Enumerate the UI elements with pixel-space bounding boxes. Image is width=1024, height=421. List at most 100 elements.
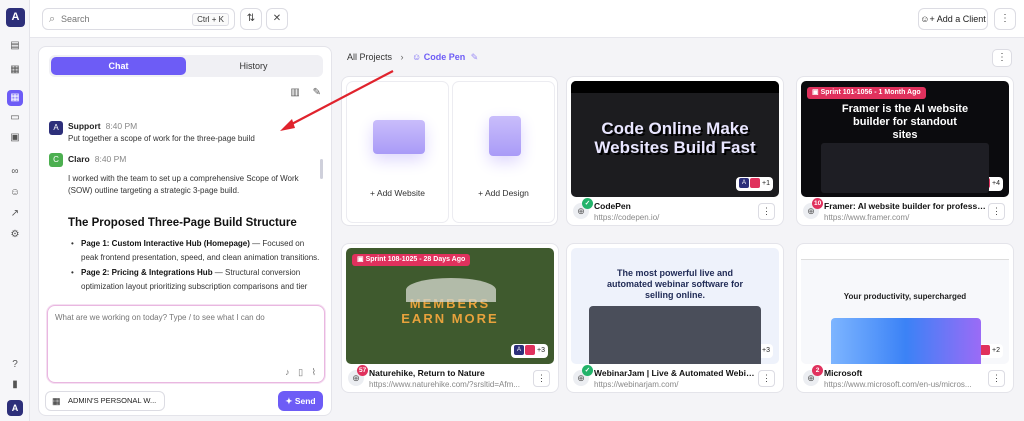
avatar: A [514,345,525,356]
user-icon: ☺ [412,52,424,62]
app-preview [821,143,989,193]
calendar-icon: ▣ [812,89,821,96]
project-title[interactable]: Microsoft [824,368,986,378]
breadcrumb-root[interactable]: All Projects [347,52,392,62]
footer-logo[interactable]: A [7,400,23,416]
grid-icon[interactable]: ▦ [7,90,23,106]
close-icon: ✕ [272,13,282,24]
briefcase-icon: ▦ [52,396,61,406]
new-chat-icon[interactable]: ✎ [313,87,321,98]
workspace-label: ADMIN'S PERSONAL W... [68,396,157,405]
support-avatar: A [49,121,63,135]
add-cards: + Add Website + Add Design [341,76,558,226]
message-author: Claro 8:40 PM [68,154,127,164]
sidebar-toggle-icon[interactable]: ▥ [290,87,299,98]
project-thumbnail[interactable]: Code Online Make Websites Build Fast A +1 [571,81,779,197]
card-more-button[interactable]: ⋮ [758,370,775,387]
sprint-badge: ▣ Sprint 108-1025 - 28 Days Ago [352,254,471,266]
assignee-stack[interactable]: A +3 [511,344,548,358]
project-thumbnail[interactable]: Framer is the AI website builder for sta… [801,81,1009,197]
project-card[interactable]: The most powerful live and automated web… [566,243,784,393]
main-more-button[interactable]: ⋮ [992,49,1012,67]
search-input[interactable] [61,12,171,26]
help-icon[interactable]: ? [7,357,23,373]
thumbnail-headline: Framer is the AI website builder for sta… [841,103,969,141]
avatar: A [739,178,750,189]
search-box[interactable]: ⌕ Ctrl + K [42,8,235,30]
edit-icon[interactable]: ✎ [471,52,479,62]
card-more-button[interactable]: ⋮ [758,203,775,220]
project-title[interactable]: Framer: AI website builder for professio… [824,201,986,211]
card-more-button[interactable]: ⋮ [988,203,1005,220]
card-more-button[interactable]: ⋮ [533,370,550,387]
sort-button[interactable]: ⇅ [240,8,262,30]
project-card[interactable]: Framer is the AI website builder for sta… [796,76,1014,226]
assignee-stack[interactable]: A +1 [736,177,773,191]
workspace-selector[interactable]: ▦ ADMIN'S PERSONAL W... [45,391,165,411]
chat-input-box[interactable]: ♪ ▯ ⌇ [47,305,325,383]
video-preview [589,306,761,364]
more-vertical-icon: ⋮ [997,52,1007,63]
project-card[interactable]: Code Online Make Websites Build Fast A +1… [566,76,784,226]
add-design-label: + Add Design [478,188,529,198]
project-url[interactable]: https://webinarjam.com/ [594,380,756,389]
browser-bar [801,248,1009,260]
document-illustration [489,116,521,156]
settings-icon[interactable]: ⚙ [7,227,23,243]
project-url[interactable]: https://www.naturehike.com/?srsltid=Afm.… [369,380,531,389]
chat-scrollbar[interactable] [320,159,323,179]
more-vertical-icon: ⋮ [537,373,546,383]
chat-tools: ▥ ✎ [280,87,321,98]
chart-icon[interactable]: ↗ [7,206,23,222]
briefcase-icon[interactable]: ▦ [7,62,23,78]
list-item: Page 1: Custom Interactive Hub (Homepage… [71,237,321,264]
browser-illustration [373,120,425,154]
card-more-button[interactable]: ⋮ [988,370,1005,387]
mic-icon[interactable]: ♪ [285,367,290,377]
attach-icon[interactable]: ⌇ [312,367,316,377]
app-logo[interactable]: A [6,8,25,27]
project-thumbnail[interactable]: MEMBERS EARN MORE ▣ Sprint 108-1025 - 28 … [346,248,554,364]
user-icon[interactable]: ☺ [7,185,23,201]
topbar-more-button[interactable]: ⋮ [994,8,1016,30]
project-thumbnail[interactable]: Your productivity, superchargedA +2 [801,248,1009,364]
project-url[interactable]: https://www.microsoft.com/en-us/micros..… [824,380,986,389]
project-title[interactable]: Naturehike, Return to Nature [369,368,531,378]
project-url[interactable]: https://www.framer.com/ [824,213,986,222]
avatar [980,345,991,356]
close-button[interactable]: ✕ [266,8,288,30]
breadcrumb-current[interactable]: Code Pen [424,52,466,62]
browser-bar [571,81,779,93]
tab-history[interactable]: History [186,57,321,75]
add-client-button[interactable]: ☺+ Add a Client [918,8,988,30]
project-card[interactable]: Your productivity, superchargedA +2⊕2Mic… [796,243,1014,393]
send-label: Send [294,396,316,406]
link-icon[interactable]: ∞ [7,164,23,180]
add-design-card[interactable]: + Add Design [452,81,555,223]
message-author: Support 8:40 PM [68,121,138,131]
status-badge: ✓ [582,365,593,376]
status-badge: 10 [812,198,824,209]
more-vertical-icon: ⋮ [762,373,771,383]
panel-icon[interactable]: ▤ [7,38,23,54]
project-url[interactable]: https://codepen.io/ [594,213,756,222]
stats-icon[interactable]: ▮ [7,377,23,393]
add-website-label: + Add Website [370,188,425,198]
chat-panel: Chat History ▥ ✎ A Support 8:40 PM Put to… [38,46,332,416]
tab-chat[interactable]: Chat [51,57,186,75]
avatar [750,178,761,189]
bookmark-icon[interactable]: ▯ [298,367,303,377]
claro-avatar: C [49,153,63,167]
inbox-icon[interactable]: ▭ [7,110,23,126]
more-vertical-icon: ⋮ [992,373,1001,383]
send-button[interactable]: ✦ Send [278,391,323,411]
project-title[interactable]: CodePen [594,201,756,211]
calendar-icon[interactable]: ▣ [7,130,23,146]
add-website-card[interactable]: + Add Website [346,81,449,223]
project-title[interactable]: WebinarJam | Live & Automated Webinar ..… [594,368,756,378]
message-time: 8:40 PM [105,121,138,131]
project-thumbnail[interactable]: The most powerful live and automated web… [571,248,779,364]
thumbnail-headline: The most powerful live and automated web… [606,268,744,300]
chat-input[interactable] [55,313,317,353]
project-card[interactable]: MEMBERS EARN MORE ▣ Sprint 108-1025 - 28 … [341,243,559,393]
